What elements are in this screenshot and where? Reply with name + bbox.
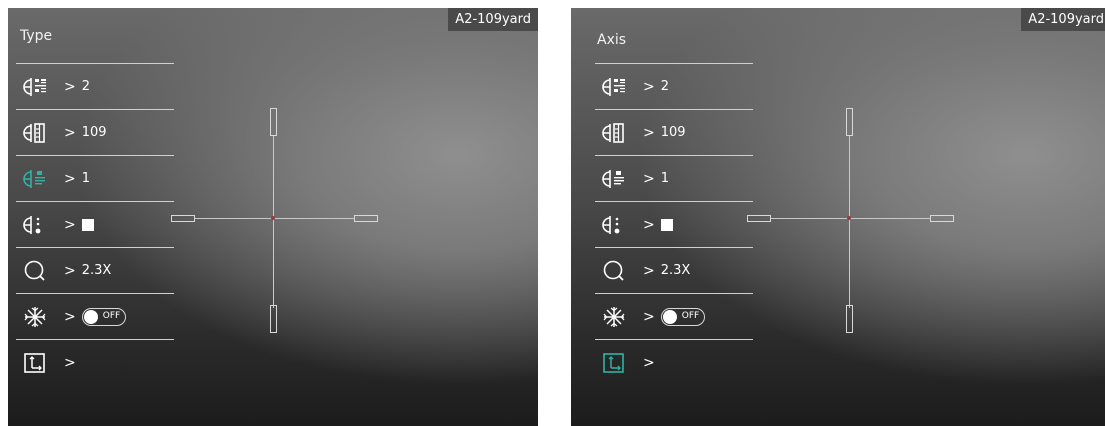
reticle-center-dot bbox=[271, 216, 275, 220]
scope-view-panel-type: Type A2-109yard > 2 > 109 > 1 > > 2.3X >… bbox=[8, 8, 538, 426]
reticle-left-post bbox=[171, 215, 195, 222]
reticle-bottom-post bbox=[270, 305, 277, 333]
reticle-center-dot bbox=[847, 216, 851, 220]
reticle-right-post bbox=[354, 215, 378, 222]
crosshair-reticle bbox=[8, 8, 538, 426]
reticle-vertical-line bbox=[849, 136, 850, 308]
reticle-top-post bbox=[270, 108, 277, 136]
reticle-bottom-post bbox=[846, 305, 853, 333]
reticle-left-post bbox=[747, 215, 771, 222]
scope-view-panel-axis: Axis A2-109yard > 2 > 109 > 1 > > 2.3X >… bbox=[571, 8, 1105, 426]
top-caption-strip bbox=[0, 0, 1105, 8]
reticle-right-post bbox=[930, 215, 954, 222]
reticle-top-post bbox=[846, 108, 853, 136]
crosshair-reticle bbox=[571, 8, 1105, 426]
reticle-vertical-line bbox=[273, 136, 274, 308]
